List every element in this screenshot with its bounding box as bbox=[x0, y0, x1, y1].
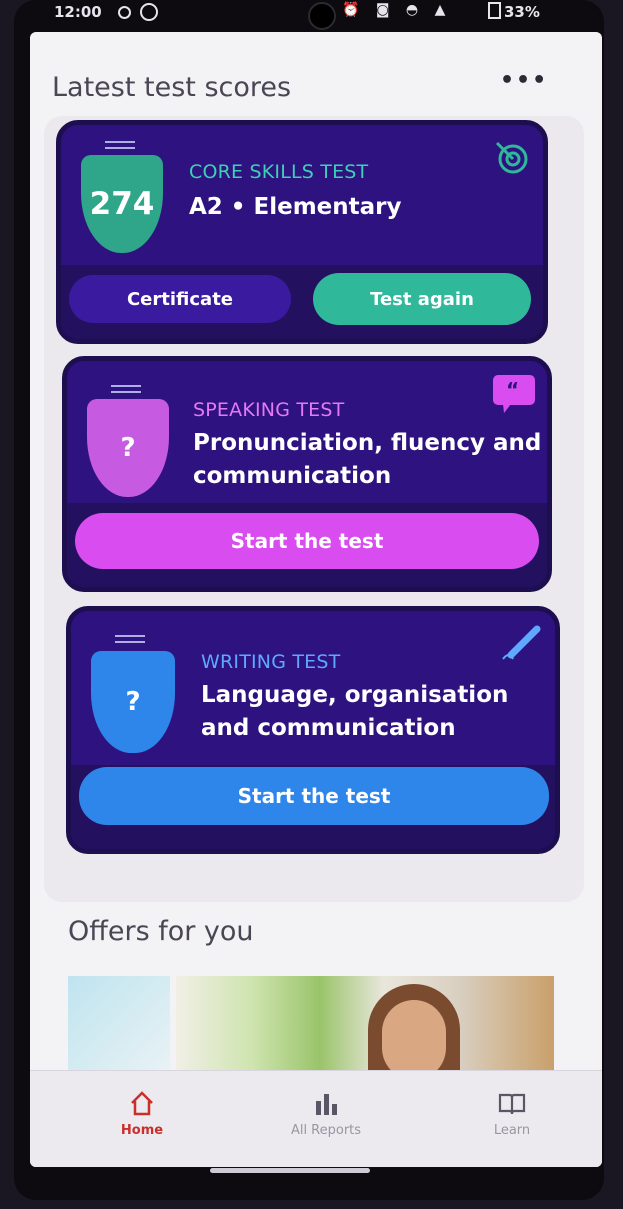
system-status-icons: ⏰ ◙ ◓ ▲ bbox=[342, 2, 452, 18]
offers-title: Offers for you bbox=[68, 916, 254, 947]
latest-scores-title: Latest test scores bbox=[52, 72, 292, 103]
nav-home[interactable]: Home bbox=[82, 1087, 202, 1138]
speaking-headline: Pronunciation, fluency and communication bbox=[193, 427, 541, 493]
whatsapp-icon bbox=[140, 3, 158, 21]
battery-level: 33% bbox=[504, 3, 540, 21]
core-test-label: CORE SKILLS TEST bbox=[189, 161, 369, 183]
book-icon bbox=[452, 1087, 572, 1117]
speaking-test-card: ? SPEAKING TEST Pronunciation, fluency a… bbox=[62, 356, 552, 592]
writing-start-button[interactable]: Start the test bbox=[79, 767, 549, 825]
test-again-button[interactable]: Test again bbox=[313, 273, 531, 325]
nav-learn[interactable]: Learn bbox=[452, 1087, 572, 1138]
nav-home-label: Home bbox=[120, 1123, 164, 1138]
writing-headline-line1: Language, organisation bbox=[201, 682, 509, 708]
writing-headline-line2: and communication bbox=[201, 715, 456, 741]
speaking-badge: ? bbox=[120, 433, 136, 463]
writing-badge: ? bbox=[125, 687, 141, 717]
crown-icon bbox=[115, 635, 145, 643]
writing-test-card: ? WRITING TEST Language, organisation an… bbox=[66, 606, 560, 854]
speaking-start-button[interactable]: Start the test bbox=[75, 513, 539, 569]
writing-headline: Language, organisation and communication bbox=[201, 679, 508, 745]
svg-text:“: “ bbox=[506, 378, 519, 402]
offer-person-face bbox=[382, 1000, 446, 1070]
status-time: 12:00 bbox=[54, 3, 102, 21]
speaking-headline-line2: communication bbox=[193, 463, 392, 489]
battery-icon bbox=[488, 2, 501, 19]
camera-cutout bbox=[308, 2, 336, 30]
speaking-test-label: SPEAKING TEST bbox=[193, 399, 345, 421]
core-score: 274 bbox=[89, 186, 155, 222]
nav-learn-label: Learn bbox=[493, 1123, 531, 1138]
more-options-button[interactable]: ••• bbox=[500, 68, 548, 93]
gesture-home-bar[interactable] bbox=[210, 1168, 370, 1173]
app-screen: Latest test scores ••• 274 CORE SKILLS T… bbox=[30, 32, 602, 1167]
battery-indicator: 33% bbox=[488, 2, 540, 21]
offer-thumbnail-left[interactable] bbox=[68, 976, 170, 1070]
certificate-button[interactable]: Certificate bbox=[69, 275, 291, 323]
core-skills-card: 274 CORE SKILLS TEST A2 • Elementary Cer… bbox=[56, 120, 548, 344]
speech-bubble-icon: “ bbox=[493, 375, 535, 413]
target-icon bbox=[495, 141, 528, 174]
crown-icon bbox=[111, 385, 141, 393]
offer-banner-image[interactable] bbox=[176, 976, 554, 1070]
speaking-headline-line1: Pronunciation, fluency and bbox=[193, 430, 542, 456]
pen-icon bbox=[502, 625, 541, 660]
nav-all-reports-label: All Reports bbox=[290, 1123, 362, 1138]
writing-test-label: WRITING TEST bbox=[201, 651, 341, 673]
bottom-navigation: Home All Reports Learn bbox=[30, 1070, 602, 1167]
home-icon bbox=[82, 1087, 202, 1117]
notification-dot-icon bbox=[118, 6, 131, 19]
crown-icon bbox=[105, 141, 135, 149]
status-bar: 12:00 ⏰ ◙ ◓ ▲ 33% bbox=[30, 0, 590, 32]
nav-all-reports[interactable]: All Reports bbox=[266, 1087, 386, 1138]
core-level: A2 • Elementary bbox=[189, 194, 402, 220]
bar-chart-icon bbox=[266, 1087, 386, 1117]
